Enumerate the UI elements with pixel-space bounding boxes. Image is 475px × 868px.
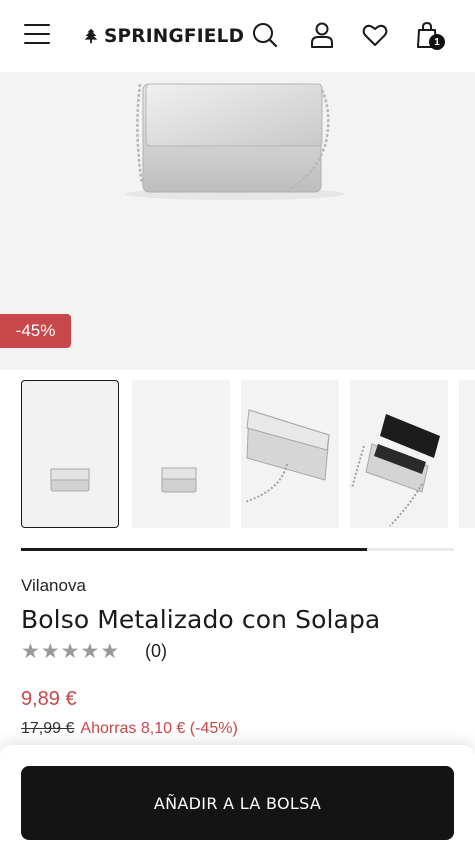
current-price: 9,89 € [21,688,77,710]
add-to-bag-button[interactable]: AÑADIR A LA BOLSA [21,766,454,840]
thumbnail-gallery[interactable] [0,380,475,528]
search-icon[interactable] [250,20,280,50]
logo-tree-icon [84,28,98,44]
discount-badge: -45% [0,314,71,348]
brand-name: SPRINGFIELD [104,25,245,47]
original-price: 17,99 € [21,720,75,737]
rating-stars[interactable]: ★ ★ ★ ★ ★ [21,641,119,663]
star-icon: ★ [80,640,100,663]
product-main-image[interactable] [0,72,475,370]
product-brand[interactable]: Vilanova [21,576,86,596]
metallic-bag-image [125,83,345,200]
top-header: SPRINGFIELD 1 [0,0,475,72]
sticky-footer: AÑADIR A LA BOLSA [0,745,475,868]
star-icon: ★ [40,640,60,663]
star-icon: ★ [60,640,80,663]
gallery-scroll-indicator [21,548,454,551]
thumbnail-2[interactable] [132,380,230,528]
wishlist-heart-icon[interactable] [360,20,390,50]
star-icon: ★ [21,640,40,663]
cart-count-badge: 1 [429,34,445,50]
account-icon[interactable] [307,20,337,50]
thumbnail-5[interactable] [459,380,475,528]
gallery-scroll-progress [21,548,368,551]
thumbnail-1[interactable] [21,380,119,528]
savings-text: Ahorras 8,10 € (-45%) [80,720,238,737]
thumbnail-3[interactable] [241,380,339,528]
shopping-bag-icon[interactable]: 1 [412,20,445,50]
thumbnail-4[interactable] [350,380,448,528]
price-details: 17,99 € Ahorras 8,10 € (-45%) [21,720,238,738]
brand-logo[interactable]: SPRINGFIELD [82,24,244,48]
product-title: Bolso Metalizado con Solapa [21,605,381,634]
menu-icon[interactable] [24,24,50,46]
rating-count[interactable]: (0) [145,641,167,662]
star-icon: ★ [100,640,120,663]
